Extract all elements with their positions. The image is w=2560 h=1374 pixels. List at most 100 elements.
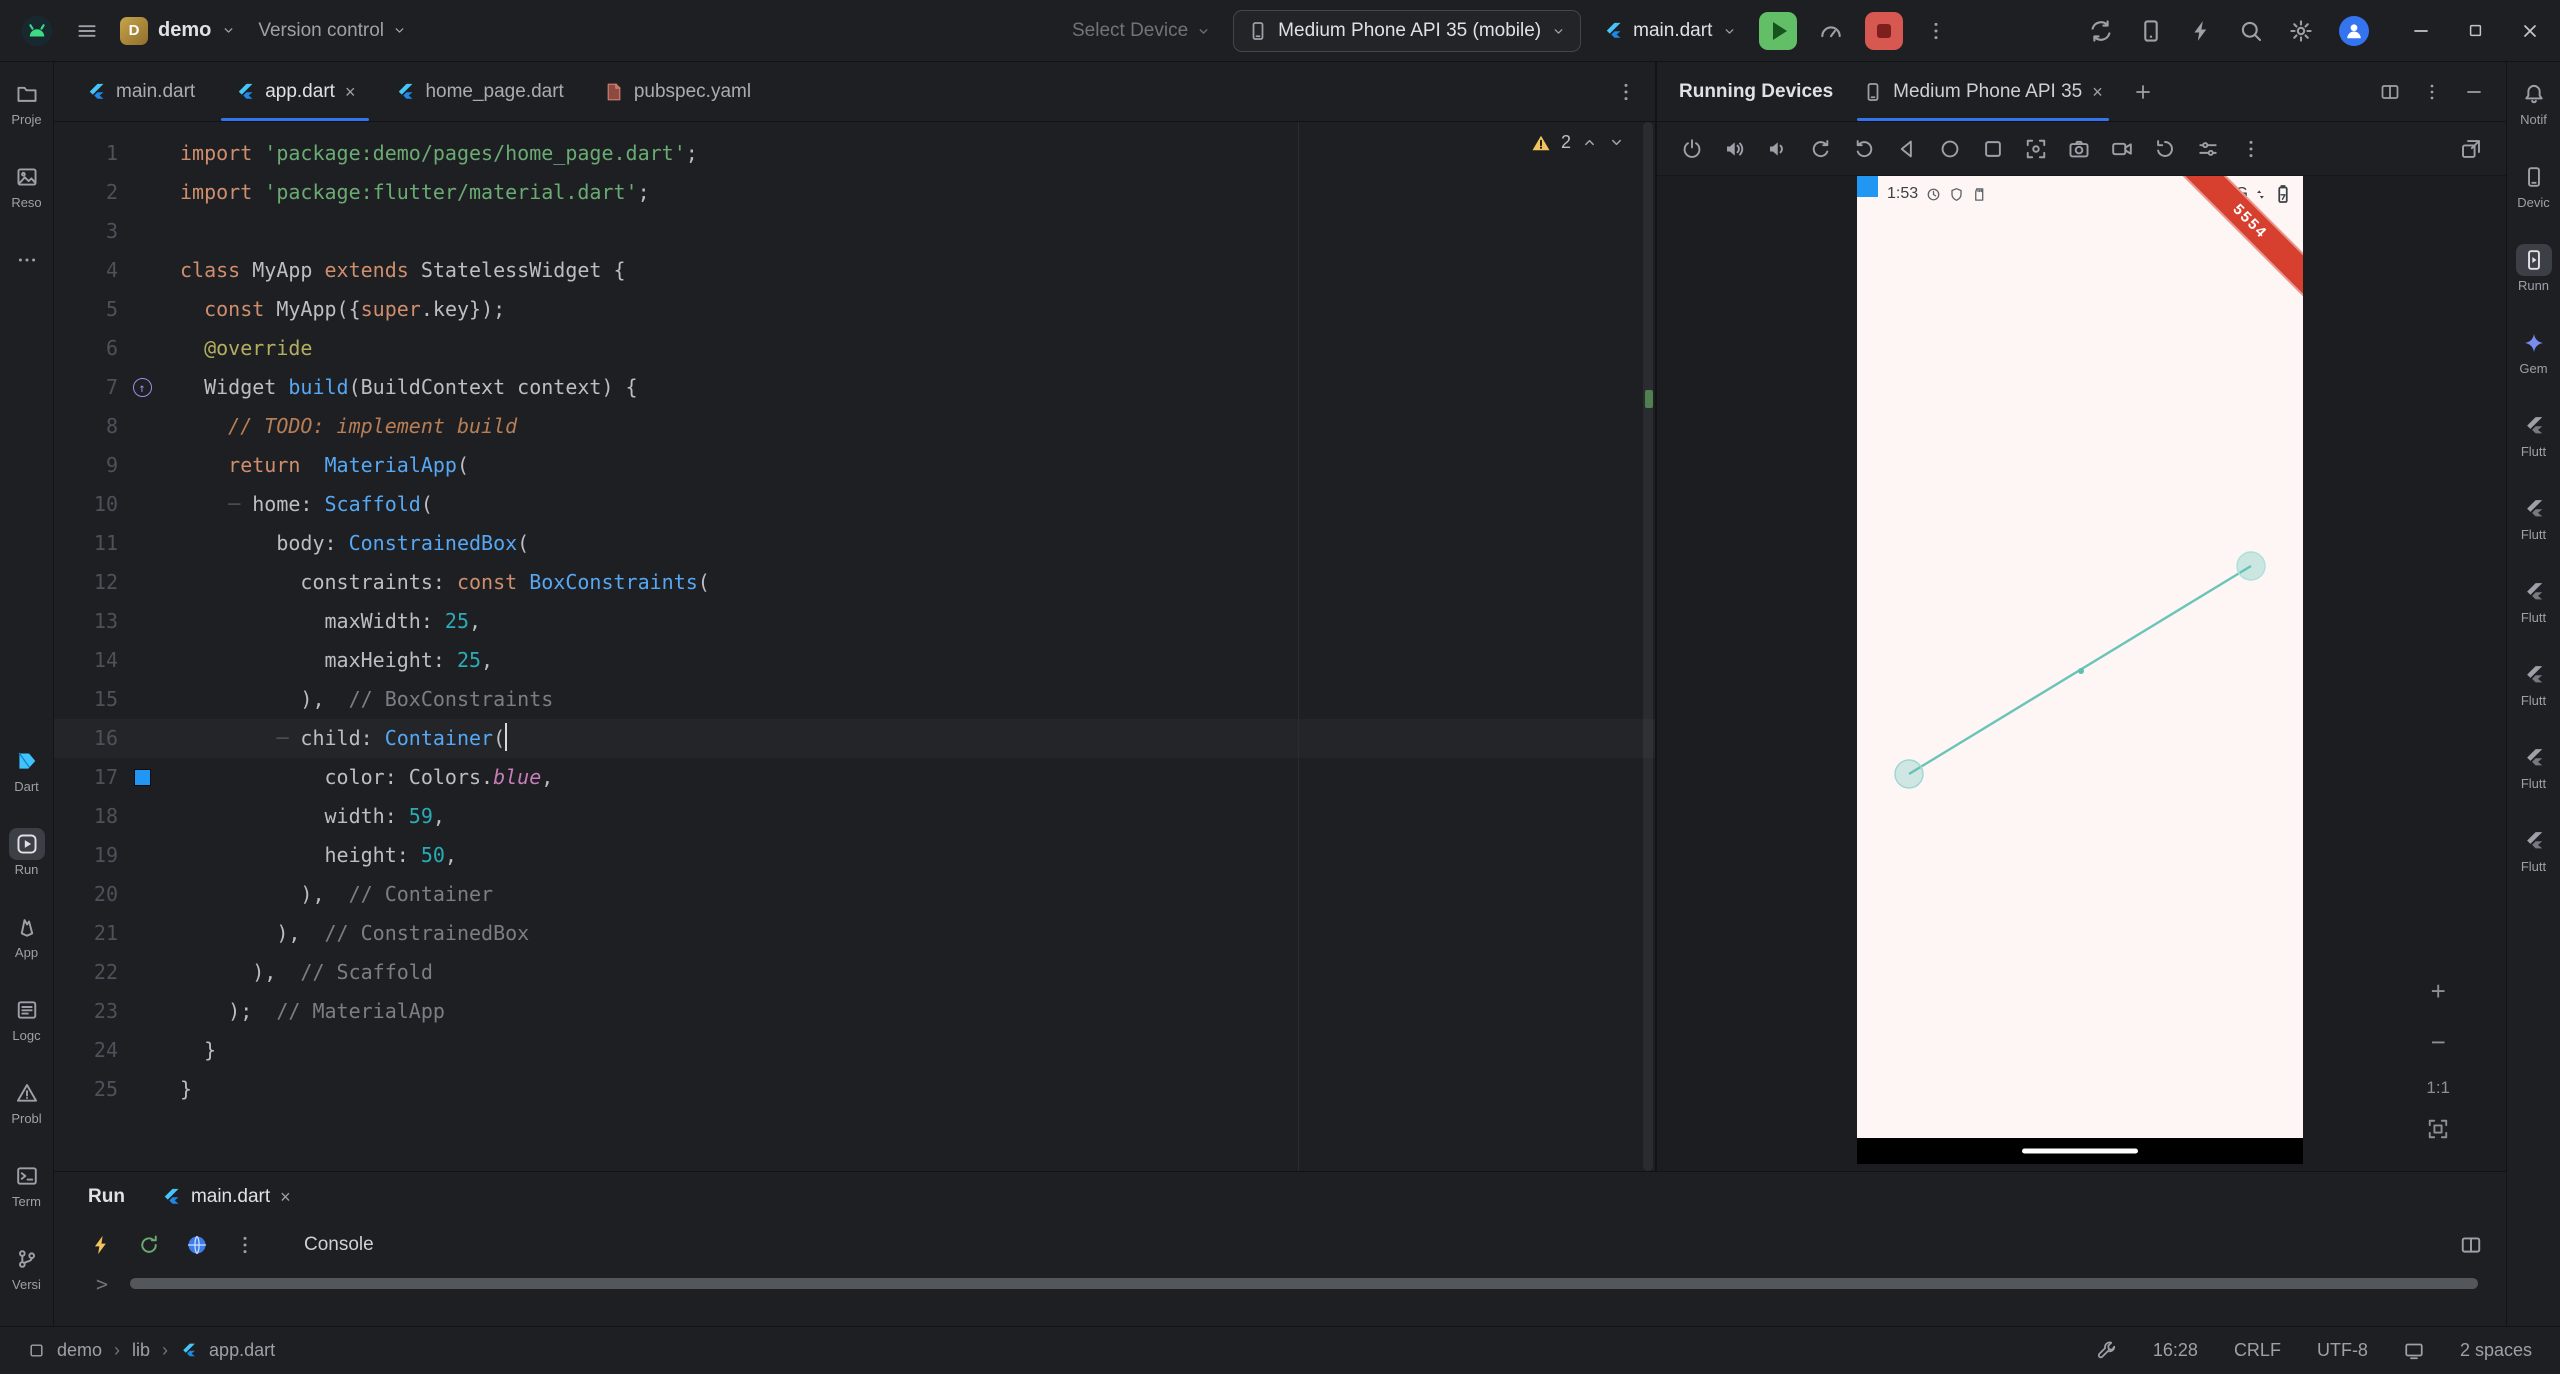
code-line-22[interactable]: 22 ), // Scaffold bbox=[54, 953, 1655, 992]
code-line-24[interactable]: 24 } bbox=[54, 1031, 1655, 1070]
code-line-9[interactable]: 9 return MaterialApp( bbox=[54, 446, 1655, 485]
tool-flutter-property-editor[interactable]: Flutt bbox=[2507, 825, 2560, 874]
tool-flutter-outline[interactable]: Flutt bbox=[2507, 410, 2560, 459]
maximize-window-icon[interactable] bbox=[2467, 22, 2484, 39]
zoom-out-button[interactable]: − bbox=[2431, 1027, 2446, 1058]
code-line-11[interactable]: 11 body: ConstrainedBox( bbox=[54, 524, 1655, 563]
tool-version-control[interactable]: Versi bbox=[0, 1243, 54, 1292]
zoom-reset-button[interactable]: 1:1 bbox=[2426, 1078, 2450, 1098]
code-line-4[interactable]: 4 class MyApp extends StatelessWidget { bbox=[54, 251, 1655, 290]
hot-restart-icon[interactable] bbox=[138, 1234, 160, 1256]
avatar[interactable] bbox=[2339, 15, 2369, 46]
code-line-25[interactable]: 25} bbox=[54, 1070, 1655, 1109]
code-line-10[interactable]: 10 ─ home: Scaffold( bbox=[54, 485, 1655, 524]
run-button[interactable] bbox=[1759, 12, 1798, 50]
tool-flutter-coverage[interactable]: Flutt bbox=[2507, 659, 2560, 708]
console-scrollbar[interactable] bbox=[130, 1278, 2478, 1289]
console-output[interactable]: > bbox=[54, 1268, 2506, 1326]
gesture-pill[interactable] bbox=[2022, 1148, 2138, 1154]
rotate-ccw-icon[interactable] bbox=[1810, 138, 1832, 160]
tab-pubspec.yaml[interactable]: pubspec.yaml bbox=[584, 62, 771, 121]
code-line-7[interactable]: 7 ↑ Widget build(BuildContext context) { bbox=[54, 368, 1655, 407]
device-manager-icon[interactable] bbox=[2139, 19, 2163, 43]
device-screen[interactable]: 1:53 3G bbox=[1857, 176, 2303, 1138]
code-editor[interactable]: 1 import 'package:demo/pages/home_page.da… bbox=[54, 122, 1655, 1171]
color-preview-swatch[interactable] bbox=[133, 769, 151, 786]
code-line-21[interactable]: 21 ), // ConstrainedBox bbox=[54, 914, 1655, 953]
restore-icon[interactable] bbox=[2154, 138, 2176, 160]
minimize-window-icon[interactable] bbox=[2411, 21, 2431, 41]
gradle-sync-icon[interactable] bbox=[2089, 19, 2113, 43]
stop-button[interactable] bbox=[1865, 12, 1904, 50]
code-line-6[interactable]: 6 @override bbox=[54, 329, 1655, 368]
override-gutter-icon[interactable]: ↑ bbox=[132, 378, 152, 397]
breadcrumb-project[interactable]: demo bbox=[57, 1340, 102, 1361]
tool-flutter-deep-links[interactable]: Flutt bbox=[2507, 742, 2560, 791]
device-tab[interactable]: Medium Phone API 35 × bbox=[1857, 62, 2109, 121]
tool-resource-manager[interactable]: Reso bbox=[0, 161, 54, 210]
prev-problem-icon[interactable] bbox=[1581, 134, 1598, 151]
devtools-icon[interactable] bbox=[186, 1234, 208, 1256]
breadcrumb[interactable]: demo › lib › app.dart bbox=[28, 1340, 275, 1361]
code-line-23[interactable]: 23 ); // MaterialApp bbox=[54, 992, 1655, 1031]
code-line-2[interactable]: 2 import 'package:flutter/material.dart'; bbox=[54, 173, 1655, 212]
code-line-15[interactable]: 15 ), // BoxConstraints bbox=[54, 680, 1655, 719]
run-configuration-selector[interactable]: main.dart bbox=[1603, 20, 1737, 42]
power-icon[interactable] bbox=[1681, 138, 1703, 160]
code-line-14[interactable]: 14 maxHeight: 25, bbox=[54, 641, 1655, 680]
flutter-device-selector[interactable]: Select Device bbox=[1072, 20, 1211, 42]
tool-running-devices[interactable]: Runn bbox=[2507, 244, 2560, 293]
version-control-menu[interactable]: Version control bbox=[258, 20, 407, 42]
sliders-icon[interactable] bbox=[2197, 138, 2219, 160]
code-line-12[interactable]: 12 constraints: const BoxConstraints( bbox=[54, 563, 1655, 602]
more-actions-icon[interactable] bbox=[1925, 20, 1947, 42]
breadcrumb-folder[interactable]: lib bbox=[132, 1340, 150, 1361]
add-device-icon[interactable] bbox=[2133, 82, 2153, 102]
layout-icon[interactable] bbox=[2380, 82, 2400, 102]
search-icon[interactable] bbox=[2239, 19, 2263, 43]
editor-scrollbar[interactable] bbox=[1641, 122, 1655, 1171]
hot-reload-icon[interactable] bbox=[90, 1234, 112, 1256]
tool-notifications[interactable]: Notif bbox=[2507, 78, 2560, 127]
rotate-cw-icon[interactable] bbox=[1853, 138, 1875, 160]
code-line-5[interactable]: 5 const MyApp({super.key}); bbox=[54, 290, 1655, 329]
next-problem-icon[interactable] bbox=[1608, 134, 1625, 151]
profiler-icon[interactable] bbox=[1819, 19, 1843, 43]
volume-down-icon[interactable] bbox=[1767, 138, 1789, 160]
tab-home_page.dart[interactable]: home_page.dart bbox=[375, 62, 583, 121]
close-window-icon[interactable] bbox=[2520, 21, 2540, 41]
tool-dart-analysis[interactable]: Dart bbox=[0, 745, 54, 794]
device-selector[interactable]: Medium Phone API 35 (mobile) bbox=[1233, 10, 1582, 52]
fit-to-window-icon[interactable] bbox=[2427, 1118, 2449, 1140]
overview-icon[interactable] bbox=[1982, 138, 2004, 160]
back-icon[interactable] bbox=[1896, 138, 1918, 160]
file-encoding[interactable]: UTF-8 bbox=[2317, 1340, 2368, 1361]
code-line-17[interactable]: 17 color: Colors.blue, bbox=[54, 758, 1655, 797]
panel-options-icon[interactable] bbox=[2422, 82, 2442, 102]
camera-icon[interactable] bbox=[2068, 138, 2090, 160]
code-line-16[interactable]: 16 ─ child: Container( bbox=[54, 719, 1655, 758]
detach-window-icon[interactable] bbox=[2460, 138, 2482, 160]
tool-flutter-inspector[interactable]: Flutt bbox=[2507, 493, 2560, 542]
tool-flutter-performance[interactable]: Flutt bbox=[2507, 576, 2560, 625]
console-options-icon[interactable] bbox=[234, 1234, 256, 1256]
run-tab[interactable]: main.dart × bbox=[161, 1186, 291, 1208]
tool-logcat[interactable]: Logc bbox=[0, 994, 54, 1043]
volume-up-icon[interactable] bbox=[1724, 138, 1746, 160]
project-selector[interactable]: D demo bbox=[120, 16, 236, 45]
code-line-1[interactable]: 1 import 'package:demo/pages/home_page.da… bbox=[54, 134, 1655, 173]
close-device-icon[interactable]: × bbox=[2092, 83, 2103, 101]
screen-reader-icon[interactable] bbox=[2404, 1341, 2424, 1361]
code-line-19[interactable]: 19 height: 50, bbox=[54, 836, 1655, 875]
tab-main.dart[interactable]: main.dart bbox=[66, 62, 215, 121]
code-line-8[interactable]: 8 // TODO: implement build bbox=[54, 407, 1655, 446]
tool-device-manager[interactable]: Devic bbox=[2507, 161, 2560, 210]
indent-setting[interactable]: 2 spaces bbox=[2460, 1340, 2532, 1361]
settings-icon[interactable] bbox=[2289, 19, 2313, 43]
tool-more-tools[interactable] bbox=[0, 244, 54, 293]
tool-terminal[interactable]: Term bbox=[0, 1160, 54, 1209]
inspections-widget[interactable]: 2 bbox=[1531, 132, 1625, 153]
screenshot-icon[interactable] bbox=[2025, 138, 2047, 160]
cursor-position[interactable]: 16:28 bbox=[2153, 1340, 2198, 1361]
hide-panel-icon[interactable] bbox=[2464, 82, 2484, 102]
